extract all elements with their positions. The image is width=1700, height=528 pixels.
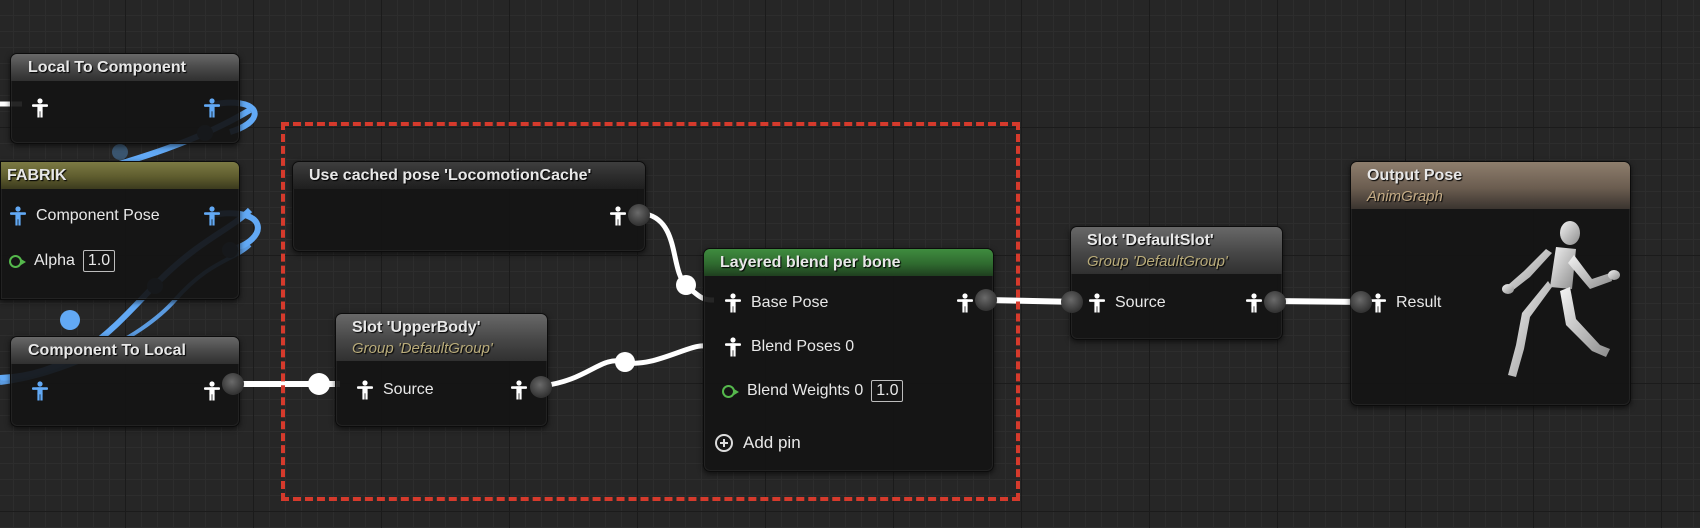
input-pin-row [31, 381, 49, 401]
pin-label: Component Pose [36, 207, 160, 224]
node-title: Slot 'DefaultSlot' Group 'DefaultGroup' [1071, 227, 1282, 274]
pin-label: Alpha [34, 252, 75, 269]
person-pose-icon[interactable] [724, 337, 742, 357]
person-pose-icon[interactable] [9, 206, 27, 226]
node-slot-defaultslot[interactable]: Slot 'DefaultSlot' Group 'DefaultGroup' … [1070, 226, 1283, 340]
node-title: Component To Local [11, 337, 239, 364]
pin-label: Base Pose [751, 294, 829, 311]
wire-knot [60, 310, 80, 330]
pin-label: Source [1115, 294, 1166, 311]
output-pin-row [1245, 293, 1263, 313]
person-pose-icon[interactable] [203, 98, 221, 118]
node-title: FABRIK [1, 162, 239, 189]
output-pin-row [203, 206, 221, 226]
wire-knot [615, 352, 635, 372]
output-pin-row [956, 293, 974, 313]
node-output-pose[interactable]: Output Pose AnimGraph Result [1350, 161, 1631, 406]
person-pose-icon[interactable] [203, 206, 221, 226]
node-title-text: Slot 'DefaultSlot' [1087, 232, 1214, 249]
person-pose-icon[interactable] [31, 98, 49, 118]
output-socket[interactable] [975, 289, 997, 311]
add-pin-label: Add pin [743, 433, 801, 452]
wire-knot [112, 144, 128, 160]
blend-weights-pin-row: Blend Weights 0 1.0 [722, 380, 904, 402]
node-fabrik[interactable]: FABRIK Component Pose Alpha 1.0 [0, 161, 240, 300]
person-pose-icon[interactable] [1088, 293, 1106, 313]
person-pose-icon[interactable] [1245, 293, 1263, 313]
float-pin-icon[interactable] [722, 384, 739, 398]
blend-poses-pin-row: Blend Poses 0 [724, 337, 854, 357]
output-pin-row [510, 380, 528, 400]
input-socket[interactable] [1061, 291, 1083, 313]
person-pose-icon[interactable] [609, 206, 627, 226]
output-pin-row [609, 206, 627, 226]
node-title-text: Slot 'UpperBody' [352, 319, 481, 336]
output-pin-row [203, 98, 221, 118]
person-pose-icon[interactable] [724, 293, 742, 313]
add-circle-icon [715, 434, 733, 452]
person-pose-icon[interactable] [203, 381, 221, 401]
node-local-to-component[interactable]: Local To Component [10, 53, 240, 144]
pin-label: Result [1396, 294, 1442, 311]
alpha-value-input[interactable]: 1.0 [82, 250, 116, 272]
output-socket[interactable] [222, 373, 244, 395]
person-pose-icon[interactable] [510, 380, 528, 400]
result-pin-row: Result [1369, 293, 1441, 313]
alpha-pin-row: Alpha 1.0 [9, 250, 116, 272]
output-socket[interactable] [530, 376, 552, 398]
node-use-cached-pose[interactable]: Use cached pose 'LocomotionCache' [292, 161, 646, 252]
add-pin-button[interactable]: Add pin [715, 433, 801, 453]
float-pin-icon[interactable] [9, 254, 26, 268]
component-pose-pin-row: Component Pose [9, 206, 160, 226]
output-socket[interactable] [628, 204, 650, 226]
node-title: Output Pose AnimGraph [1351, 162, 1630, 209]
wire-knot [308, 373, 330, 395]
person-pose-icon[interactable] [956, 293, 974, 313]
node-title: Local To Component [11, 54, 239, 81]
node-title: Use cached pose 'LocomotionCache' [293, 162, 645, 189]
node-component-to-local[interactable]: Component To Local [10, 336, 240, 427]
node-subtitle: AnimGraph [1367, 188, 1443, 205]
node-slot-upperbody[interactable]: Slot 'UpperBody' Group 'DefaultGroup' So… [335, 313, 548, 427]
wire-knot [676, 275, 696, 295]
mannequin-icon [1502, 221, 1620, 377]
output-pin-row [203, 381, 221, 401]
person-pose-icon[interactable] [356, 380, 374, 400]
node-title: Layered blend per bone [704, 249, 993, 276]
node-subtitle: Group 'DefaultGroup' [352, 340, 493, 357]
output-socket[interactable] [1264, 291, 1286, 313]
base-pose-pin-row: Base Pose [724, 293, 828, 313]
pin-label: Source [383, 381, 434, 398]
node-subtitle: Group 'DefaultGroup' [1087, 253, 1228, 270]
pin-label: Blend Weights 0 [747, 382, 864, 399]
source-pin-row: Source [356, 380, 434, 400]
node-layered-blend-per-bone[interactable]: Layered blend per bone Base Pose Blend P… [703, 248, 994, 472]
blend-weights-value-input[interactable]: 1.0 [871, 380, 904, 402]
input-socket[interactable] [1350, 291, 1372, 313]
node-title-text: Output Pose [1367, 167, 1463, 184]
source-pin-row: Source [1088, 293, 1166, 313]
pin-label: Blend Poses 0 [751, 338, 855, 355]
person-pose-icon[interactable] [31, 381, 49, 401]
node-title: Slot 'UpperBody' Group 'DefaultGroup' [336, 314, 547, 361]
input-pin-row [31, 98, 49, 118]
